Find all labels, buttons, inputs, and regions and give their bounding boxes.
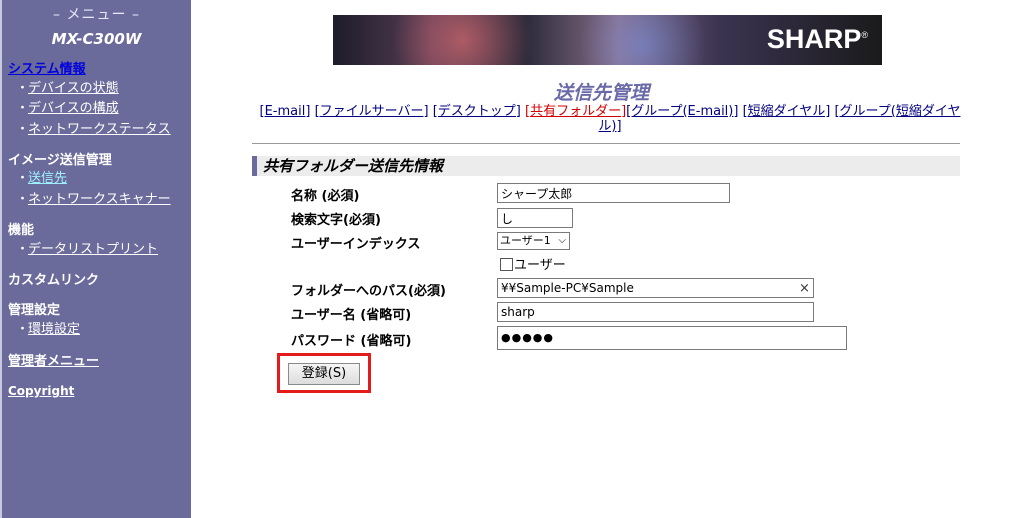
sidebar-item-device-config[interactable]: ・デバイスの構成	[16, 97, 119, 116]
logo-text: SHARP	[766, 24, 862, 54]
sidebar-section-system-info[interactable]: システム情報	[8, 58, 86, 77]
sidebar-item-data-list-print[interactable]: ・データリストプリント	[16, 238, 158, 257]
user-checkbox[interactable]	[500, 258, 513, 271]
sidebar-item-destination[interactable]: ・送信先	[16, 167, 67, 186]
sidebar-menu: – メニュー – MX-C300W システム情報 ・デバイスの状態 ・デバイスの…	[0, 0, 191, 518]
sidebar-item-network-status[interactable]: ・ネットワークステータス	[16, 118, 171, 137]
destination-type-tabs: [E-mail] [ファイルサーバー] [デスクトップ] [共有フォルダー][グ…	[258, 104, 962, 134]
tab-speed-dial[interactable]: [短縮ダイヤル]	[743, 104, 831, 119]
tab-file-server[interactable]: [ファイルサーバー]	[315, 104, 429, 119]
bullet: ・	[16, 122, 30, 137]
registered-mark: ®	[861, 30, 868, 40]
banner-decoration	[373, 15, 553, 65]
sidebar-item-label[interactable]: 送信先	[28, 171, 67, 186]
search-char-label: 検索文字(必須)	[291, 213, 381, 228]
tab-shared-folder[interactable]: [共有フォルダー]	[525, 104, 626, 119]
bullet: ・	[16, 81, 30, 96]
tab-desktop[interactable]: [デスクトップ]	[433, 104, 521, 119]
sidebar-item-label[interactable]: ネットワークステータス	[28, 122, 171, 137]
register-button[interactable]: 登録(S)	[288, 363, 360, 385]
bullet: ・	[16, 242, 30, 257]
model-name: MX-C300W	[51, 30, 142, 48]
username-label: ユーザー名 (省略可)	[291, 308, 412, 323]
sidebar-item-label[interactable]: デバイスの状態	[28, 81, 119, 96]
bullet: ・	[16, 101, 30, 116]
sidebar-item-network-scanner[interactable]: ・ネットワークスキャナー	[16, 188, 171, 207]
user-checkbox-label: ユーザー	[514, 258, 566, 273]
sharp-logo: SHARP®	[767, 24, 868, 55]
header-banner: SHARP®	[333, 15, 882, 65]
username-input[interactable]	[497, 302, 814, 322]
section-header: 共有フォルダー送信先情報	[252, 156, 960, 176]
bullet: ・	[16, 171, 30, 186]
clear-icon[interactable]: ×	[799, 281, 810, 296]
user-index-select[interactable]: ユーザー1 ⌵	[497, 232, 570, 250]
divider	[252, 143, 960, 144]
sidebar-section-custom-link[interactable]: カスタムリンク	[8, 269, 99, 288]
password-label: パスワード (省略可)	[291, 334, 412, 349]
banner-decoration	[563, 15, 723, 65]
tab-email[interactable]: [E-mail]	[260, 104, 311, 119]
sidebar-item-label[interactable]: デバイスの構成	[28, 101, 119, 116]
sidebar-admin-menu-link[interactable]: 管理者メニュー	[8, 350, 99, 369]
bullet: ・	[16, 322, 30, 337]
bullet: ・	[16, 192, 30, 207]
page-title: 送信先管理	[554, 82, 650, 104]
sidebar-section-admin-settings: 管理設定	[8, 303, 61, 318]
sidebar-item-label[interactable]: ネットワークスキャナー	[28, 192, 171, 207]
sidebar-section-image-send: イメージ送信管理	[8, 153, 112, 168]
name-label: 名称 (必須)	[291, 189, 360, 204]
sidebar-section-functions: 機能	[8, 223, 35, 238]
folder-path-input[interactable]	[497, 278, 814, 298]
sidebar-item-label[interactable]: データリストプリント	[28, 242, 158, 257]
sidebar-item-env-settings[interactable]: ・環境設定	[16, 318, 80, 337]
tab-group-email[interactable]: [グループ(E-mail)]	[626, 104, 738, 119]
sidebar-item-label[interactable]: 環境設定	[28, 322, 80, 337]
folder-path-label: フォルダーへのパス(必須)	[291, 284, 446, 299]
copyright-link[interactable]: Copyright	[8, 384, 74, 398]
user-index-label: ユーザーインデックス	[291, 237, 421, 252]
chevron-down-icon: ⌵	[558, 235, 566, 246]
user-index-value: ユーザー1	[500, 234, 551, 247]
password-input[interactable]: ●●●●●	[497, 326, 847, 350]
sidebar-item-device-status[interactable]: ・デバイスの状態	[16, 77, 119, 96]
name-input[interactable]	[497, 183, 730, 203]
menu-title: – メニュー –	[53, 7, 140, 23]
search-char-input[interactable]	[497, 208, 573, 228]
